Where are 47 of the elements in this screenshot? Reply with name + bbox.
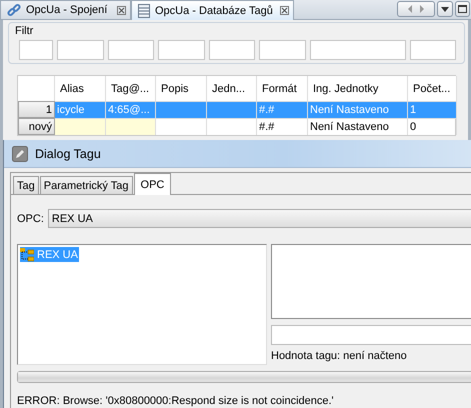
pencil-icon <box>12 146 28 162</box>
table-cell: icycle <box>55 101 106 118</box>
close-icon <box>117 6 126 14</box>
row-header[interactable]: 1 <box>18 101 55 118</box>
opc-server-dropdown[interactable]: REX UA <box>48 209 471 228</box>
dialog-tab[interactable]: Tag <box>13 176 39 194</box>
dropdown-icon <box>441 6 449 12</box>
dialog-title: Dialog Tagu <box>35 146 101 160</box>
new-row-header[interactable]: nový <box>18 118 55 135</box>
table-cell: Není Nastaveno <box>308 118 408 135</box>
filter-field[interactable] <box>259 40 306 60</box>
table-cell <box>207 101 257 118</box>
editor-tab[interactable]: OpcUa - Databáze Tagů <box>131 0 294 20</box>
table-cell: 4:65@... <box>106 101 156 118</box>
table-cell <box>156 118 207 135</box>
tag-value-text: Hodnota tagu: není načteno <box>271 350 408 362</box>
filter-field[interactable] <box>108 40 154 60</box>
chain-link-icon <box>7 3 21 17</box>
right-arrow-icon <box>419 5 425 13</box>
table-cell: Není Nastaveno <box>308 101 408 118</box>
filter-field[interactable] <box>19 40 53 60</box>
table-cell: #.# <box>257 101 308 118</box>
dialog-tab[interactable]: OPC <box>134 173 172 195</box>
filter-label: Filtr <box>15 25 34 37</box>
opc-label: OPC: <box>17 212 44 224</box>
maximize-button[interactable] <box>455 1 470 17</box>
table-cell: #.# <box>257 118 308 135</box>
database-table-icon <box>138 4 150 18</box>
table-cell <box>106 118 156 135</box>
filter-field[interactable] <box>158 40 205 60</box>
editor-tab[interactable]: OpcUa - Spojení <box>0 0 131 19</box>
error-message: ERROR: Browse: '0x80800000:Respond size is not coincidence.' <box>17 395 335 407</box>
filter-field[interactable] <box>57 40 104 60</box>
maximize-icon <box>458 5 467 13</box>
input-field[interactable] <box>271 325 471 345</box>
filter-field[interactable] <box>209 40 255 60</box>
folder-tree-icon <box>20 248 34 262</box>
dialog-tab[interactable]: Parametrický Tag <box>40 176 133 194</box>
tab-list-button[interactable] <box>437 1 453 17</box>
table-cell <box>156 101 207 118</box>
filter-field[interactable] <box>410 40 456 60</box>
table-cell: 1 <box>408 101 457 118</box>
close-icon <box>280 6 289 15</box>
filter-field[interactable] <box>310 40 406 60</box>
left-arrow-icon <box>407 5 413 13</box>
table-cell <box>207 118 257 135</box>
table-cell: 0 <box>408 118 457 135</box>
